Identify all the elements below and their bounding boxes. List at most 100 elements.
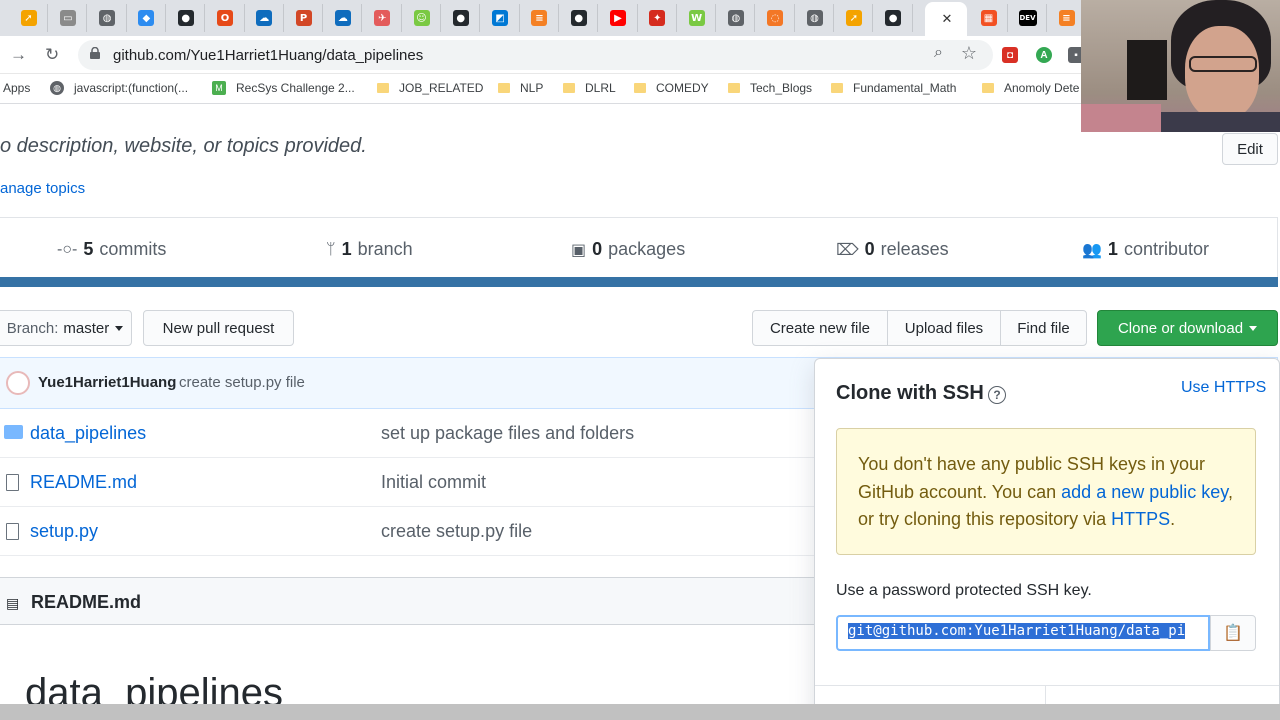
zoom-icon[interactable]: ⌕ [934, 44, 943, 62]
packages-link[interactable]: ▣ 0 packages [571, 239, 685, 260]
address-bar[interactable]: github.com/Yue1Harriet1Huang/data_pipeli… [78, 40, 993, 70]
github-icon: ● [177, 10, 194, 26]
edit-button[interactable]: Edit [1222, 133, 1278, 165]
browser-tab[interactable]: P [285, 4, 324, 32]
browser-tab[interactable]: DEV [1009, 4, 1047, 32]
file-icon [6, 474, 19, 491]
contributors-link[interactable]: 👥 1 contributor [1082, 239, 1209, 260]
browser-tab[interactable]: ◍ [717, 4, 756, 32]
bookmark-label: Tech_Blogs [750, 81, 813, 95]
commit-icon: -○- [57, 240, 78, 258]
bookmark-apps[interactable]: Apps [3, 81, 30, 95]
smiley-icon: ☺ [413, 10, 430, 26]
pocket-extension-icon[interactable]: ◘ [1002, 47, 1018, 63]
branch-prefix: Branch: [6, 319, 59, 337]
url-text: github.com/Yue1Harriet1Huang/data_pipeli… [113, 47, 424, 64]
browser-tab[interactable]: ◩ [482, 4, 520, 32]
onedrive-icon: ☁ [334, 10, 351, 26]
commit-message[interactable]: create setup.py file [179, 374, 305, 391]
bookmark-recsys[interactable]: M RecSys Challenge 2... [212, 81, 355, 95]
question-icon[interactable]: ? [988, 386, 1006, 404]
create-new-file-button[interactable]: Create new file [752, 310, 888, 346]
browser-tab[interactable]: ◆ [128, 4, 166, 32]
webcam-object [1081, 104, 1161, 132]
tag-icon: ⌦ [836, 241, 859, 259]
file-name-link[interactable]: README.md [30, 472, 137, 493]
repo-summary: -○- 5 commits ᛘ 1 branch ▣ 0 packages ⌦ … [0, 217, 1278, 281]
browser-tab[interactable]: W [678, 4, 717, 32]
find-file-button[interactable]: Find file [1000, 310, 1087, 346]
forward-icon[interactable]: → [10, 45, 27, 65]
globe-icon: ◍ [99, 10, 116, 26]
browser-tab-active[interactable]: ✕ [925, 2, 967, 36]
github-icon: ● [885, 10, 902, 26]
browser-tab[interactable]: ● [560, 4, 599, 32]
clone-or-download-button[interactable]: Clone or download [1097, 310, 1278, 346]
browser-tab[interactable]: ≡ [521, 4, 559, 32]
copy-clipboard-button[interactable]: 📋 [1210, 615, 1256, 651]
browser-tab[interactable]: ◌ [757, 4, 795, 32]
branch-select-button[interactable]: Branch: master [0, 310, 132, 346]
bookmark-label: Fundamental_Math [853, 81, 957, 95]
browser-tab[interactable]: ● [875, 4, 913, 32]
browser-tab[interactable]: ▭ [49, 4, 88, 32]
file-commit-message[interactable]: set up package files and folders [381, 423, 634, 444]
arrow-icon: ➚ [845, 10, 862, 26]
browser-tab[interactable]: ● [167, 4, 206, 32]
flash-text: . [1170, 509, 1176, 529]
browser-tab[interactable]: ✈ [364, 4, 402, 32]
bookmark-folder-anomoly[interactable]: Anomoly Dete [982, 81, 1079, 95]
clone-title: Clone with SSH [836, 382, 984, 404]
bookmark-folder-techblogs[interactable]: Tech_Blogs [728, 81, 812, 95]
reload-icon[interactable]: ↻ [45, 45, 59, 65]
ssh-url-input[interactable]: git@github.com:Yue1Harriet1Huang/data_pi [836, 615, 1210, 651]
browser-tab[interactable]: ➚ [835, 4, 874, 32]
bookmark-folder-comedy[interactable]: COMEDY [634, 81, 709, 95]
browser-tab[interactable]: ➚ [10, 4, 48, 32]
file-name-link[interactable]: data_pipelines [30, 423, 146, 444]
ssh-url-text: git@github.com:Yue1Harriet1Huang/data_pi [848, 623, 1186, 639]
browser-tab[interactable]: ▦ [970, 4, 1008, 32]
language-bar[interactable] [0, 277, 1278, 287]
file-name-link[interactable]: setup.py [30, 521, 98, 542]
people-icon: 👥 [1082, 241, 1102, 259]
bookmark-label: NLP [520, 81, 544, 95]
browser-tab[interactable]: ◍ [89, 4, 127, 32]
bookmark-folder-nlp[interactable]: NLP [498, 81, 543, 95]
file-commit-message[interactable]: Initial commit [381, 472, 486, 493]
file-commit-message[interactable]: create setup.py file [381, 521, 532, 542]
bookmark-star-icon[interactable]: ☆ [961, 43, 977, 64]
new-pull-request-button[interactable]: New pull request [143, 310, 294, 346]
upload-files-button[interactable]: Upload files [887, 310, 1001, 346]
horizontal-scrollbar[interactable] [0, 704, 1280, 720]
bookmark-folder-job[interactable]: JOB_RELATED [377, 81, 483, 95]
profile-extension-icon[interactable]: A [1036, 47, 1052, 63]
releases-link[interactable]: ⌦ 0 releases [836, 239, 949, 260]
bookmark-javascript[interactable]: ◍ javascript:(function(... [50, 81, 188, 95]
branch-link[interactable]: ᛘ 1 branch [326, 239, 413, 260]
bookmark-folder-math[interactable]: Fundamental_Math [831, 81, 956, 95]
bookmark-label: Anomoly Dete [1004, 81, 1080, 95]
bookmark-folder-dlrl[interactable]: DLRL [563, 81, 616, 95]
globe-icon: ◍ [727, 10, 744, 26]
w-icon: W [688, 10, 705, 26]
browser-tab[interactable]: O [207, 4, 245, 32]
book-icon: ▤ [6, 595, 20, 611]
manage-topics-link[interactable]: anage topics [0, 180, 85, 197]
maple-leaf-icon: ✦ [649, 10, 666, 26]
browser-tab[interactable]: ☺ [403, 4, 441, 32]
browser-tab[interactable]: ▶ [600, 4, 638, 32]
commits-link[interactable]: -○- 5 commits [57, 239, 166, 260]
avatar[interactable] [6, 371, 30, 395]
close-icon[interactable]: ✕ [942, 11, 953, 27]
commit-author[interactable]: Yue1Harriet1Huang [38, 374, 176, 391]
browser-tab[interactable]: ◍ [796, 4, 834, 32]
https-link[interactable]: HTTPS [1111, 509, 1170, 529]
browser-tab[interactable]: ✦ [639, 4, 677, 32]
use-https-link[interactable]: Use HTTPS [1181, 379, 1266, 397]
add-ssh-key-link[interactable]: add a new public key [1061, 482, 1228, 502]
browser-tab[interactable]: ☁ [246, 4, 284, 32]
browser-tab[interactable]: ☁ [324, 4, 363, 32]
browser-tab[interactable]: ● [442, 4, 481, 32]
bookmark-label: DLRL [585, 81, 616, 95]
